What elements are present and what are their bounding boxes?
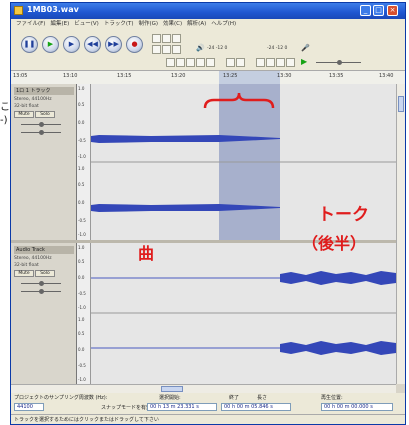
song-annotation: 曲	[138, 244, 155, 263]
screenshot-frame: こ -) 1MB03.wav _ □ × ファイル(F) 編集(E) ビュー(V) ト…	[0, 0, 409, 425]
talk-annotation: トーク	[318, 205, 369, 225]
talk-sub-annotation: （後半）	[302, 234, 367, 253]
